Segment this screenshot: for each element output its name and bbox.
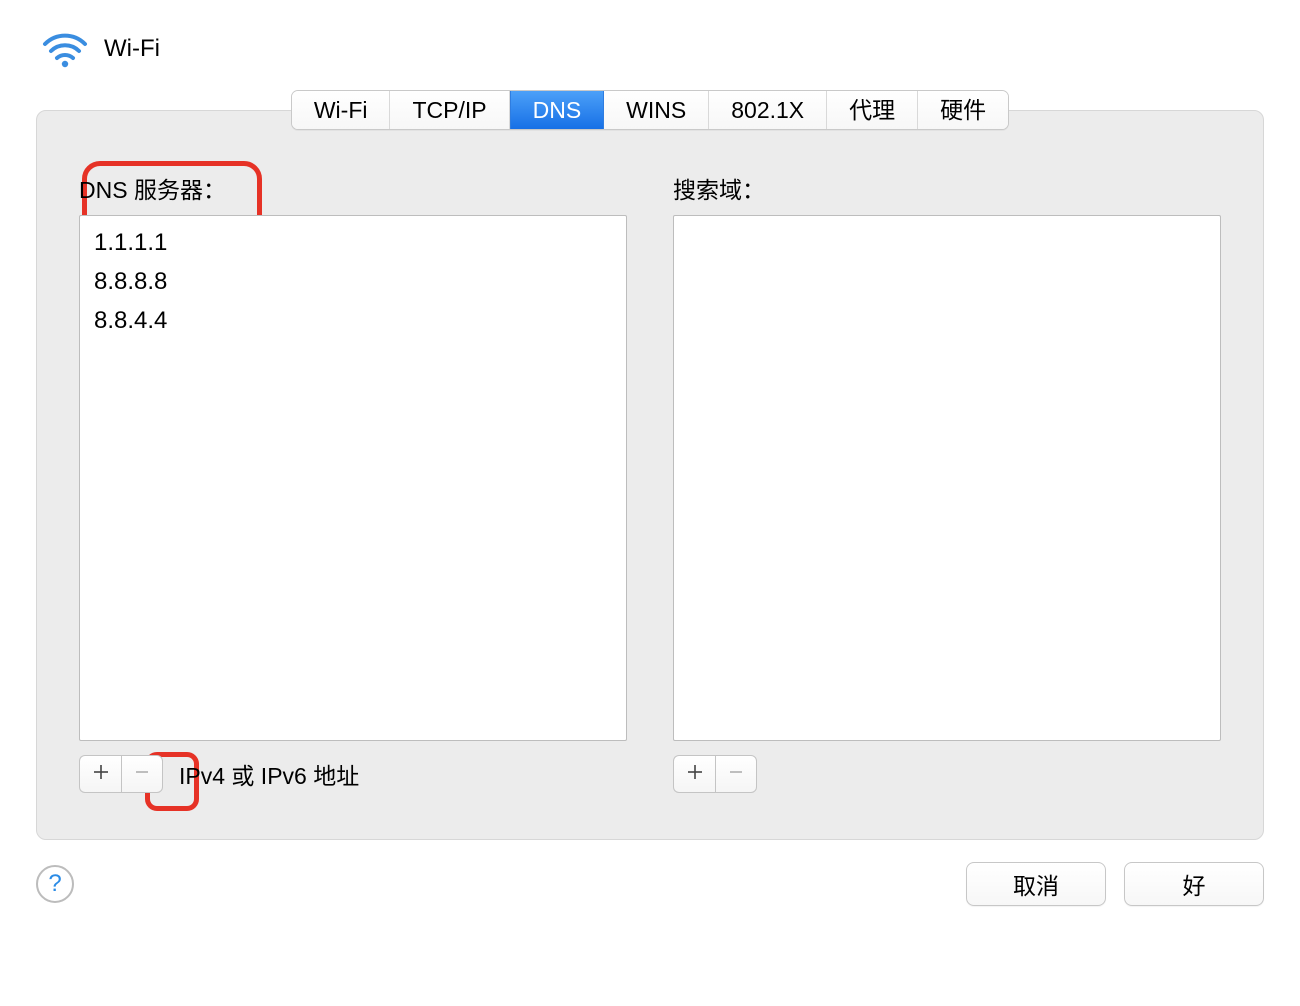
tab-tcpip[interactable]: TCP/IP — [390, 91, 509, 129]
tab-hardware[interactable]: 硬件 — [918, 91, 1008, 129]
list-item[interactable]: 8.8.8.8 — [80, 263, 626, 302]
add-search-domain-button[interactable] — [673, 755, 715, 793]
help-icon: ? — [48, 870, 61, 898]
tab-wins[interactable]: WINS — [604, 91, 709, 129]
list-item[interactable]: 1.1.1.1 — [80, 224, 626, 263]
tab-8021x[interactable]: 802.1X — [709, 91, 827, 129]
wifi-icon — [40, 30, 90, 68]
content-panel: DNS 服务器： 1.1.1.1 8.8.8.8 8.8.4.4 — [36, 110, 1264, 840]
dns-servers-list[interactable]: 1.1.1.1 8.8.8.8 8.8.4.4 — [79, 215, 627, 741]
search-buttons-row — [673, 755, 1221, 793]
help-button[interactable]: ? — [36, 865, 74, 903]
dns-buttons-row: IPv4 或 IPv6 地址 — [79, 755, 627, 793]
ok-button-label: 好 — [1183, 867, 1206, 901]
ok-button[interactable]: 好 — [1124, 862, 1264, 906]
footer: ? 取消 好 — [0, 840, 1300, 906]
search-domains-list[interactable] — [673, 215, 1221, 741]
header: Wi-Fi — [0, 0, 1300, 90]
minus-icon — [133, 760, 151, 788]
minus-icon — [727, 760, 745, 788]
tabs-bar: Wi-Fi TCP/IP DNS WINS 802.1X 代理 硬件 — [0, 90, 1300, 130]
list-item[interactable]: 8.8.4.4 — [80, 302, 626, 341]
plus-icon — [686, 760, 704, 788]
search-domains-column: 搜索域： — [673, 171, 1221, 793]
search-domains-label: 搜索域： — [673, 171, 1221, 205]
dns-hint-text: IPv4 或 IPv6 地址 — [179, 757, 359, 791]
dns-servers-label: DNS 服务器： — [79, 171, 627, 205]
tab-proxy[interactable]: 代理 — [827, 91, 918, 129]
page-title: Wi-Fi — [104, 35, 160, 63]
tab-wifi[interactable]: Wi-Fi — [292, 91, 391, 129]
dns-servers-column: DNS 服务器： 1.1.1.1 8.8.8.8 8.8.4.4 — [79, 171, 627, 793]
remove-search-domain-button[interactable] — [715, 755, 757, 793]
plus-icon — [92, 760, 110, 788]
network-settings-window: Wi-Fi Wi-Fi TCP/IP DNS WINS 802.1X 代理 硬件… — [0, 0, 1300, 1006]
cancel-button[interactable]: 取消 — [966, 862, 1106, 906]
tab-dns[interactable]: DNS — [510, 91, 605, 129]
cancel-button-label: 取消 — [1013, 867, 1059, 901]
add-dns-button[interactable] — [79, 755, 121, 793]
remove-dns-button[interactable] — [121, 755, 163, 793]
